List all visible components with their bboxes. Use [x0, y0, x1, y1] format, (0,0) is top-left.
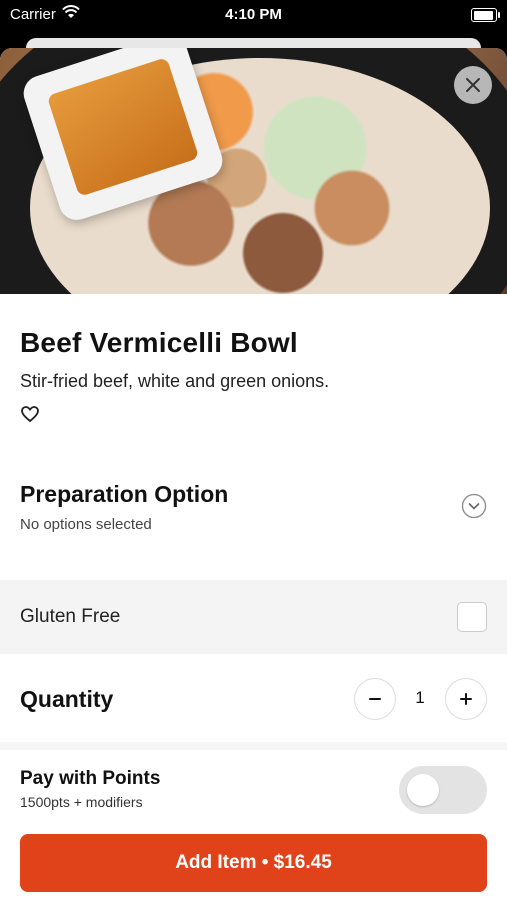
gluten-free-checkbox[interactable] — [457, 602, 487, 632]
item-detail-sheet: Beef Vermicelli Bowl Stir-fried beef, wh… — [0, 48, 507, 900]
add-item-label: Add Item • $16.45 — [175, 852, 332, 873]
close-button[interactable] — [454, 66, 492, 104]
add-item-button[interactable]: Add Item • $16.45 — [20, 834, 487, 892]
battery-icon — [471, 8, 500, 22]
decrease-quantity-button[interactable] — [354, 678, 396, 720]
preparation-heading: Preparation Option — [20, 481, 229, 507]
pay-with-points-row: Pay with Points 1500pts + modifiers — [0, 750, 507, 830]
minus-icon — [369, 698, 381, 700]
quantity-row: Quantity 1 — [0, 654, 507, 742]
heart-icon[interactable] — [20, 404, 40, 424]
preparation-status: No options selected — [20, 516, 152, 533]
increase-quantity-button[interactable] — [445, 678, 487, 720]
points-label: Pay with Points — [20, 768, 161, 789]
clock: 4:10 PM — [225, 6, 282, 23]
pay-with-points-toggle[interactable] — [399, 766, 487, 814]
quantity-label: Quantity — [20, 686, 114, 712]
item-photo — [0, 48, 507, 294]
item-description: Stir-fried beef, white and green onions. — [20, 371, 330, 391]
preparation-option-row[interactable]: Preparation Option No options selected — [20, 481, 487, 551]
gluten-free-option[interactable]: Gluten Free — [0, 580, 507, 654]
item-title: Beef Vermicelli Bowl — [20, 327, 298, 358]
plus-icon — [460, 693, 472, 705]
gluten-free-label: Gluten Free — [20, 606, 121, 627]
section-divider — [0, 742, 507, 750]
points-detail: 1500pts + modifiers — [20, 794, 143, 810]
chevron-down-icon[interactable] — [461, 493, 487, 519]
quantity-value: 1 — [415, 688, 425, 707]
close-icon — [466, 78, 480, 92]
status-bar: Carrier 4:10 PM — [0, 0, 507, 30]
